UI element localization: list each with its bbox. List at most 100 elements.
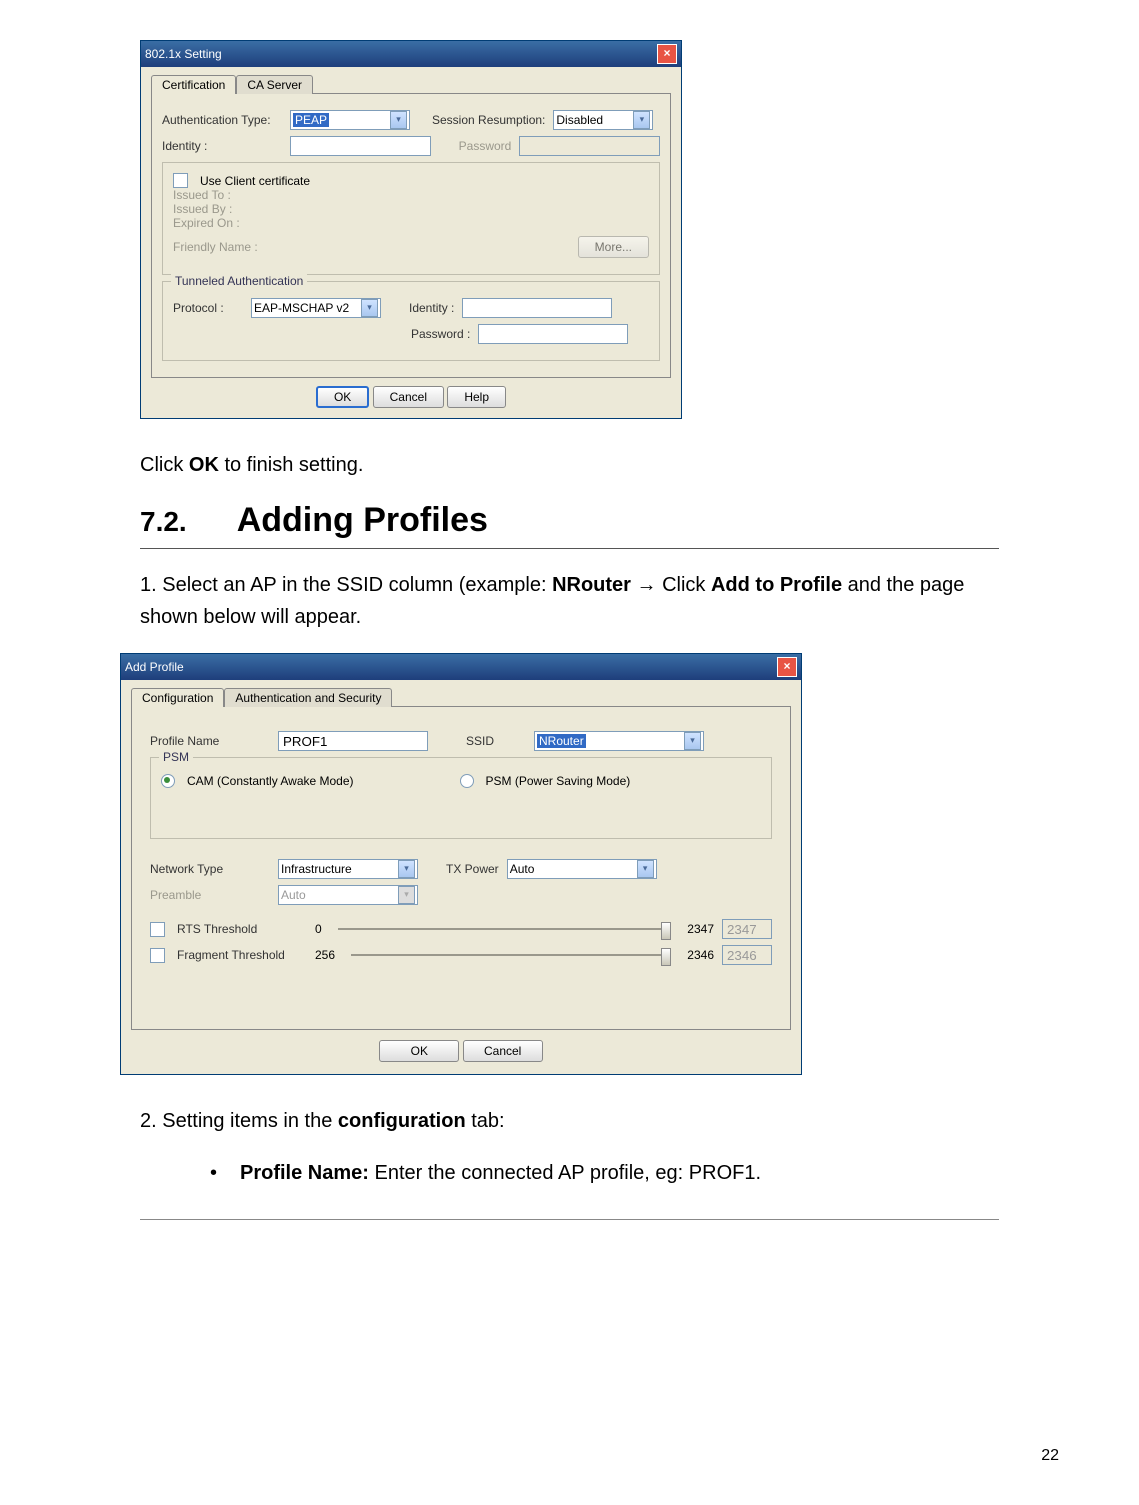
heading-text: Adding Profiles: [237, 501, 488, 539]
txt: → Click: [631, 574, 711, 596]
close-icon[interactable]: ×: [657, 44, 677, 64]
cancel-button[interactable]: Cancel: [463, 1040, 543, 1062]
txt: 1. Select an AP in the SSID column (exam…: [140, 574, 552, 596]
titlebar[interactable]: 802.1x Setting ×: [141, 41, 681, 67]
frag-checkbox[interactable]: [150, 948, 165, 963]
instruction-ok: Click OK to finish setting.: [140, 449, 999, 481]
use-cert-label: Use Client certificate: [200, 174, 310, 188]
txt: Add to Profile: [711, 574, 842, 596]
ssid-label: SSID: [466, 734, 526, 748]
t-identity-input[interactable]: [462, 298, 612, 318]
auth-type-label: Authentication Type:: [162, 113, 282, 127]
tunneled-legend: Tunneled Authentication: [171, 274, 307, 288]
tx-power-label: TX Power: [446, 862, 499, 876]
frag-label: Fragment Threshold: [177, 948, 307, 962]
window-title: Add Profile: [125, 660, 184, 674]
psm-label: PSM (Power Saving Mode): [486, 774, 631, 788]
expired-on-label: Expired On :: [173, 216, 649, 230]
rts-checkbox[interactable]: [150, 922, 165, 937]
txt: Profile Name:: [240, 1162, 369, 1184]
dialog-add-profile: Add Profile × Configuration Authenticati…: [120, 653, 802, 1075]
page-number: 22: [1041, 1447, 1059, 1465]
identity-input[interactable]: [290, 136, 431, 156]
rts-label: RTS Threshold: [177, 922, 307, 936]
cancel-button[interactable]: Cancel: [373, 386, 444, 408]
bullet-profile-name: • Profile Name: Enter the connected AP p…: [210, 1157, 999, 1189]
rts-slider[interactable]: [338, 928, 672, 930]
password-label: Password: [459, 139, 512, 153]
friendly-label: Friendly Name :: [173, 240, 293, 254]
cam-label: CAM (Constantly Awake Mode): [187, 774, 354, 788]
chevron-down-icon: ▾: [398, 886, 415, 904]
bullet-icon: •: [210, 1157, 240, 1189]
frag-min: 256: [315, 948, 335, 962]
protocol-label: Protocol :: [173, 301, 243, 315]
chevron-down-icon[interactable]: ▾: [398, 860, 415, 878]
close-icon[interactable]: ×: [777, 657, 797, 677]
chevron-down-icon[interactable]: ▾: [361, 299, 378, 317]
profile-name-label: Profile Name: [150, 734, 270, 748]
cam-radio[interactable]: [161, 774, 175, 788]
frag-slider[interactable]: [351, 954, 671, 956]
tab-auth-security[interactable]: Authentication and Security: [224, 688, 392, 707]
password-input: [519, 136, 660, 156]
profile-name-input[interactable]: [278, 731, 428, 751]
t-identity-label: Identity :: [409, 301, 454, 315]
tab-ca-server[interactable]: CA Server: [236, 75, 313, 94]
ok-button[interactable]: OK: [379, 1040, 459, 1062]
heading-number: 7.2.: [140, 506, 187, 537]
network-type-label: Network Type: [150, 862, 270, 876]
frag-max: 2346: [687, 948, 714, 962]
tab-certification[interactable]: Certification: [151, 75, 236, 94]
identity-label: Identity :: [162, 139, 282, 153]
txt: tab:: [466, 1110, 505, 1132]
network-type-value: Infrastructure: [281, 862, 352, 876]
help-button[interactable]: Help: [447, 386, 506, 408]
auth-type-select[interactable]: PEAP ▾: [290, 110, 410, 130]
step-2: 2. Setting items in the configuration ta…: [140, 1105, 999, 1137]
psm-legend: PSM: [159, 750, 193, 764]
network-type-select[interactable]: Infrastructure ▾: [278, 859, 418, 879]
txt: configuration: [338, 1110, 466, 1132]
txt: to finish setting.: [219, 454, 364, 476]
chevron-down-icon[interactable]: ▾: [684, 732, 701, 750]
session-select[interactable]: Disabled ▾: [553, 110, 653, 130]
protocol-value: EAP-MSCHAP v2: [254, 301, 349, 315]
issued-to-label: Issued To :: [173, 188, 649, 202]
tab-configuration[interactable]: Configuration: [131, 688, 224, 707]
session-value: Disabled: [556, 113, 603, 127]
t-password-label: Password :: [411, 327, 470, 341]
use-cert-checkbox[interactable]: [173, 173, 188, 188]
more-button: More...: [578, 236, 649, 258]
chevron-down-icon[interactable]: ▾: [633, 111, 650, 129]
preamble-label: Preamble: [150, 888, 270, 902]
txt: 2. Setting items in the: [140, 1110, 338, 1132]
frag-value: [722, 945, 772, 965]
window-title: 802.1x Setting: [145, 47, 222, 61]
protocol-select[interactable]: EAP-MSCHAP v2 ▾: [251, 298, 381, 318]
tx-power-select[interactable]: Auto ▾: [507, 859, 657, 879]
tx-power-value: Auto: [510, 862, 535, 876]
txt: Click: [140, 454, 189, 476]
psm-radio[interactable]: [460, 774, 474, 788]
dialog-8021x: 802.1x Setting × Certification CA Server…: [140, 40, 682, 419]
ssid-value: NRouter: [537, 734, 586, 748]
ssid-select[interactable]: NRouter ▾: [534, 731, 704, 751]
chevron-down-icon[interactable]: ▾: [390, 111, 407, 129]
txt: OK: [189, 454, 219, 476]
txt: NRouter: [552, 574, 631, 596]
issued-by-label: Issued By :: [173, 202, 649, 216]
chevron-down-icon[interactable]: ▾: [637, 860, 654, 878]
rts-min: 0: [315, 922, 322, 936]
preamble-select: Auto ▾: [278, 885, 418, 905]
session-label: Session Resumption:: [432, 113, 545, 127]
auth-type-value: PEAP: [293, 113, 329, 127]
txt: Enter the connected AP profile, eg: PROF…: [369, 1162, 761, 1184]
rts-value: [722, 919, 772, 939]
section-heading: 7.2. Adding Profiles: [140, 501, 999, 540]
t-password-input[interactable]: [478, 324, 628, 344]
titlebar[interactable]: Add Profile ×: [121, 654, 801, 680]
rts-max: 2347: [687, 922, 714, 936]
step-1: 1. Select an AP in the SSID column (exam…: [140, 569, 999, 633]
ok-button[interactable]: OK: [316, 386, 369, 408]
